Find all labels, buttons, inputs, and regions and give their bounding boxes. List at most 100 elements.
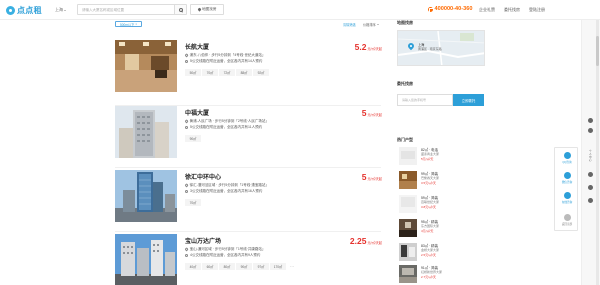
building-image [115,106,177,158]
search-input[interactable] [78,5,174,14]
nav-login[interactable]: 登陆注册 [529,7,545,13]
search-box [77,4,187,15]
listing-location-text: 宝山-通河区域 · 步行5分钟到「1号线·共康路站」 [189,247,266,251]
area-chip[interactable]: 70㎡ [202,69,218,76]
arrow-up-icon [563,214,571,221]
online-consult-button[interactable]: 在线咨询 [555,192,579,204]
sort-dropdown[interactable]: 价格排序 [363,22,379,27]
personal-center-label[interactable]: 个人中心 [589,150,593,162]
listing-card[interactable]: 长航大厦 浦东-八佰伴 · 步行5分钟到「4号线·世纪大道站」 5公交线路在附近… [112,40,382,100]
area-options: 90㎡ [185,135,201,142]
commission-button[interactable]: 立即委托 [453,94,484,106]
hot-item-image [399,195,417,213]
area-chip[interactable]: 40㎡ [185,263,201,270]
user-icon[interactable] [588,128,593,133]
commission-title: 委托找房 [397,81,413,86]
back-to-top-button[interactable]: 返回顶部 [555,214,579,226]
listing-subway-text: 4公交线路在附近运营，全区各内共有9人预约 [190,253,261,257]
area-chip[interactable]: 70㎡ [185,199,201,206]
listing-card[interactable]: 中福大厦 黄浦-人民广场 · 步行5分钟到「2号线·人民广场站」 5公交线路在附… [112,106,382,166]
map-find-button[interactable]: 地图找房 [190,4,224,15]
mini-map[interactable]: 上海 黄浦区 · 南京东路 [397,30,485,66]
price-unit: 元/㎡/天起 [367,47,382,51]
listing-name[interactable]: 徐汇中环中心 [185,172,221,181]
clear-filter-link[interactable]: 清除筛选 [343,22,356,27]
chat-icon [563,192,571,199]
area-chip[interactable]: 72㎡ [219,69,235,76]
hotline-number: 400000-40-360 [434,6,473,12]
phone-icon[interactable] [588,198,593,203]
wechat-consult-button[interactable]: 微信咨询 [555,172,579,184]
active-filter-label: 500m以下 [120,22,135,27]
city-selector[interactable]: 上海 [55,7,66,13]
top-header: 点点租 上海 地图找房 400000-40-360 企业礼赞 委托找房 登陆注册 [0,0,600,20]
close-icon[interactable]: × [135,22,137,26]
hot-item-image [399,219,417,237]
price-unit: 元/㎡/天起 [367,177,382,181]
listing-photo[interactable] [115,106,177,158]
price-unit: 元/㎡/天起 [367,241,382,245]
listing-location: 黄浦-人民广场 · 步行5分钟到「2号线·人民广场站」 [184,119,269,124]
logo-text: 点点租 [17,5,42,15]
listing-photo[interactable] [115,234,177,285]
hot-item[interactable]: 82㎡ · 电话 盛泰商业大厦 5元/㎡/天 [397,147,485,167]
listing-subway: 3公交线路在附近运营，全区各内共有16人预约 [185,189,262,194]
more-areas-button[interactable]: ··· [287,263,297,270]
hot-item-building: 巴黎春天大厦 [421,176,440,180]
listing-location-text: 浦东-八佰伴 · 步行5分钟到「4号线·世纪大道站」 [189,53,266,57]
area-chip[interactable]: 170㎡ [270,263,286,270]
message-icon[interactable] [588,172,593,177]
listing-photo[interactable] [115,40,177,92]
listing-location-text: 徐汇-漕河泾区域 · 步行5分钟到「1号线·漕宝路站」 [189,183,269,187]
listing-name[interactable]: 长航大厦 [185,42,209,51]
chevron-down-icon [64,9,66,11]
qq-consult-button[interactable]: QQ咨询 [555,152,579,164]
heart-icon[interactable] [588,118,593,123]
clock-icon [185,190,188,193]
map-find-label: 地图找房 [202,7,217,11]
hot-item[interactable]: 91㎡ · 简装 虹桥新世界大厦 2.7元/㎡/天 [397,265,485,285]
listing-photo[interactable] [115,170,177,222]
nav-enterprise[interactable]: 企业礼赞 [479,7,495,13]
building-image [115,234,177,285]
area-chip[interactable]: 80㎡ [219,263,235,270]
listing-location-text: 黄浦-人民广场 · 步行5分钟到「2号线·人民广场站」 [189,119,269,123]
area-chip[interactable]: 60㎡ [202,263,218,270]
logo[interactable]: 点点租 [6,4,42,16]
search-button[interactable] [174,5,186,14]
nav-commission[interactable]: 委托找房 [504,7,520,13]
hot-item-price: 2.5元/㎡/天 [421,253,436,257]
area-chip[interactable]: 88㎡ [236,69,252,76]
listing-name[interactable]: 宝山万达广场 [185,236,221,245]
listing-card[interactable]: 宝山万达广场 宝山-通河区域 · 步行5分钟到「1号线·共康路站」 4公交线路在… [112,234,382,285]
hot-item-price: 4元/㎡/天 [421,229,434,233]
chevron-down-icon [376,24,379,25]
active-filter-tag[interactable]: 500m以下 × [115,21,143,27]
area-chip[interactable]: 90㎡ [236,263,252,270]
price-value: 5.2 [354,42,367,52]
qq-icon [563,152,571,159]
hot-item-price: 2.7元/㎡/天 [421,275,436,279]
listing-card[interactable]: 徐汇中环中心 徐汇-漕河泾区域 · 步行5分钟到「1号线·漕宝路站」 3公交线路… [112,170,382,230]
area-chip[interactable]: 97㎡ [253,263,269,270]
scrollbar-thumb[interactable] [596,36,599,66]
area-options: 50㎡ 70㎡ 72㎡ 88㎡ 92㎡ [185,69,269,76]
hot-item[interactable]: 83㎡ · 精装 金桥大厦大厦 2.5元/㎡/天 [397,243,485,263]
wechat-consult-label: 微信咨询 [561,181,573,184]
phone-field[interactable]: 请输入您的手机号 [397,94,453,106]
area-chip[interactable]: 92㎡ [253,69,269,76]
divider [115,231,381,232]
hot-item-building: 东方国际大厦 [421,224,440,228]
price-unit: 元/㎡/天起 [367,113,382,117]
area-chip[interactable]: 50㎡ [185,69,201,76]
hot-item[interactable]: 99㎡ · 简装 巴黎春天大厦 3.5元/㎡/天 [397,171,485,191]
hot-item[interactable]: 95㎡ · 精装 东方国际大厦 4元/㎡/天 [397,219,485,239]
logo-icon [6,5,15,15]
hot-item-image [399,147,417,165]
price-value: 5 [361,172,367,182]
hot-item[interactable]: 59㎡ · 简装 百联世纪大厦 3.8元/㎡/天 [397,195,485,215]
listing-subway-text: 5公交线路在附近运营，全区各内共有11人预约 [190,125,263,129]
wechat-icon[interactable] [588,185,593,190]
area-chip[interactable]: 90㎡ [185,135,201,142]
listing-name[interactable]: 中福大厦 [185,108,209,117]
